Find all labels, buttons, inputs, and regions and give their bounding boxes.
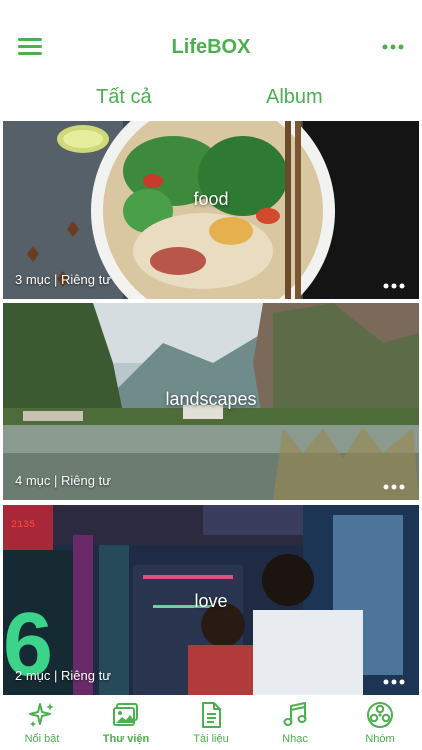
- album-info: 4 mục | Riêng tư: [15, 473, 111, 488]
- music-icon: [283, 702, 307, 726]
- album-title: love: [194, 591, 228, 611]
- nav-music[interactable]: Nhạc: [253, 701, 337, 745]
- group-icon: [367, 702, 393, 728]
- album-info: 3 mục | Riêng tư: [15, 272, 111, 287]
- album-info: 2 mục | Riêng tư: [15, 668, 111, 683]
- album-title: landscapes: [165, 389, 257, 409]
- album-more-icon[interactable]: [383, 277, 405, 289]
- nav-library[interactable]: Thư viện: [84, 701, 168, 745]
- nav-label: Tài liệu: [193, 733, 229, 745]
- app-title: LifeBOX: [171, 36, 251, 58]
- nav-group[interactable]: Nhóm: [338, 701, 422, 745]
- tab-album[interactable]: Album: [266, 86, 323, 109]
- svg-text:2135: 2135: [11, 520, 35, 531]
- nav-label: Thư viện: [102, 733, 150, 745]
- app-header: LifeBOX: [0, 0, 422, 80]
- album-card-love[interactable]: 2135 6 love 2 mục | Riêng tư: [3, 505, 419, 695]
- tab-all[interactable]: Tất cả: [96, 86, 152, 109]
- album-card-food[interactable]: food 3 mục | Riêng tư: [3, 121, 419, 299]
- album-card-landscapes[interactable]: landscapes 4 mục | Riêng tư: [3, 303, 419, 500]
- nav-label: Nhạc: [282, 733, 308, 745]
- tab-bar: Tất cả Album: [0, 80, 422, 120]
- nav-label: Nổi bật: [24, 733, 60, 745]
- more-options-icon[interactable]: [382, 38, 404, 56]
- album-more-icon[interactable]: [383, 478, 405, 490]
- nav-documents[interactable]: Tài liệu: [169, 701, 253, 745]
- album-more-icon[interactable]: [383, 673, 405, 685]
- bottom-navigation: Nổi bật Thư viện Tài liệu Nhạc Nhóm: [0, 695, 422, 750]
- nav-label: Nhóm: [365, 733, 395, 745]
- gallery-icon: [113, 703, 138, 726]
- sparkle-icon: [29, 703, 54, 727]
- nav-featured[interactable]: Nổi bật: [0, 701, 84, 745]
- album-title: food: [193, 189, 229, 209]
- document-icon: [202, 702, 221, 728]
